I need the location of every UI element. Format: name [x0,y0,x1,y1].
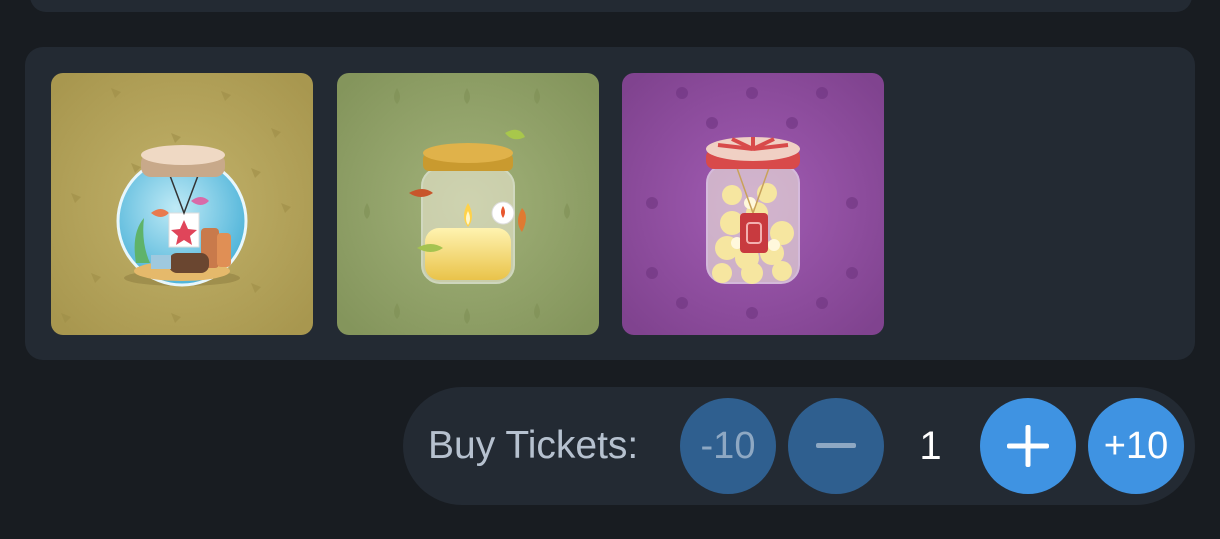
items-panel [25,47,1195,360]
item-card-fish-bowl[interactable] [51,73,313,335]
candle-jar-image [337,73,599,335]
item-card-popcorn[interactable] [622,73,884,335]
item-card-candle[interactable] [337,73,599,335]
decrement-button[interactable] [788,398,884,494]
buy-tickets-label: Buy Tickets: [428,424,639,467]
increment-button[interactable] [980,398,1076,494]
plus-icon [1007,425,1049,467]
popcorn-jar-image [622,73,884,335]
fish-bowl-jar-image [51,73,313,335]
buy-tickets-bar: Buy Tickets: -10 1 +10 [403,387,1195,505]
minus-icon [816,443,856,448]
plus-ten-label: +10 [1103,424,1169,467]
ticket-quantity: 1 [919,424,942,468]
plus-ten-button[interactable]: +10 [1088,398,1184,494]
minus-ten-label: -10 [700,424,756,467]
top-panel-edge [30,0,1192,12]
minus-ten-button[interactable]: -10 [680,398,776,494]
